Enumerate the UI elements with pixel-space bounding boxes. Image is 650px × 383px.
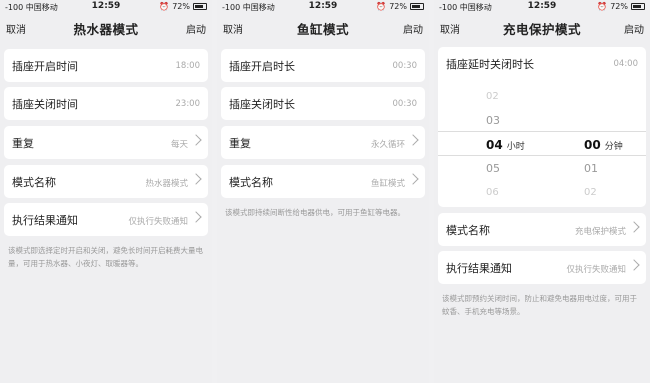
row-label: 插座关闭时长: [229, 98, 295, 111]
row-label: 重复: [12, 137, 34, 150]
status-bar: -100 中国移动 12:59 ⏰ 72%: [0, 0, 212, 14]
picker-option[interactable]: 01: [584, 157, 650, 181]
repeat-row[interactable]: 重复 每天: [4, 126, 208, 159]
row-value: 永久循环: [370, 140, 405, 150]
battery-icon: [631, 3, 645, 10]
battery-percent: 72%: [172, 2, 190, 11]
row-value: 23:00: [175, 99, 201, 109]
delay-picker-card: 插座延时关闭时长 04:00 02 03 04 小时 05 06 00 分钟 01 …: [438, 47, 646, 207]
picker-option[interactable]: [584, 85, 650, 109]
picker-selected-option[interactable]: 04 小时: [486, 133, 566, 157]
picker-label: 插座延时关闭时长: [446, 58, 534, 71]
water-heater-screen: -100 中国移动 12:59 ⏰ 72% 取消 热水器模式 启动 插座开启时间…: [0, 0, 212, 383]
row-value: 00:30: [392, 99, 418, 109]
minute-unit: 分钟: [604, 142, 623, 152]
off-duration-row[interactable]: 插座关闭时长 00:30: [221, 87, 425, 120]
start-button[interactable]: 启动: [186, 21, 206, 36]
picker-value: 04:00: [613, 59, 639, 69]
row-value: 每天: [170, 140, 188, 150]
row-label: 模式名称: [446, 224, 490, 237]
selected-hour: 04: [486, 138, 503, 152]
chevron-right-icon: [407, 173, 419, 185]
mode-name-row[interactable]: 模式名称 热水器模式: [4, 165, 208, 198]
row-label: 模式名称: [229, 176, 273, 189]
picker-selected-option[interactable]: 00 分钟: [584, 133, 650, 157]
mode-description: 该模式即持续间断性给电器供电，可用于鱼缸等电器。: [225, 208, 405, 217]
chevron-right-icon: [190, 211, 202, 223]
picker-option[interactable]: 02: [486, 85, 566, 109]
row-value: 热水器模式: [145, 179, 188, 189]
nav-bar: 取消 鱼缸模式 启动: [217, 14, 429, 42]
chevron-right-icon: [190, 134, 202, 146]
page-title: 充电保护模式: [502, 22, 581, 37]
page-title: 鱼缸模式: [296, 22, 349, 37]
notification-row[interactable]: 执行结果通知 仅执行失败通知: [438, 251, 646, 284]
mode-description: 该模式即预约关闭时间，防止和避免电器用电过度，可用于蚊香、手机充电等场景。: [442, 294, 637, 316]
battery-percent: 72%: [610, 2, 628, 11]
hour-unit: 小时: [506, 142, 525, 152]
chevron-right-icon: [190, 173, 202, 185]
picker-option[interactable]: 06: [486, 181, 566, 205]
fish-tank-screen: -100 中国移动 12:59 ⏰ 72% 取消 鱼缸模式 启动 插座开启时长 …: [217, 0, 429, 383]
row-label: 重复: [229, 137, 251, 150]
row-label: 插座关闭时间: [12, 98, 78, 111]
picker-option[interactable]: 02: [584, 181, 650, 205]
repeat-row[interactable]: 重复 永久循环: [221, 126, 425, 159]
start-button[interactable]: 启动: [403, 21, 423, 36]
on-duration-row[interactable]: 插座开启时长 00:30: [221, 49, 425, 82]
notification-row[interactable]: 执行结果通知 仅执行失败通知: [4, 203, 208, 236]
alarm-icon: ⏰: [159, 2, 170, 11]
picker-option[interactable]: [584, 109, 650, 133]
picker-option[interactable]: 05: [486, 157, 566, 181]
row-value: 18:00: [175, 61, 201, 71]
mode-description: 该模式即选择定时开启和关闭，避免长时间开启耗费大量电量，可用于热水器、小夜灯、取…: [8, 246, 203, 268]
chevron-right-icon: [628, 259, 640, 271]
on-time-row[interactable]: 插座开启时间 18:00: [4, 49, 208, 82]
row-value: 充电保护模式: [574, 227, 626, 237]
nav-bar: 取消 热水器模式 启动: [0, 14, 212, 42]
status-bar: -100 中国移动 12:59 ⏰ 72%: [217, 0, 429, 14]
alarm-icon: ⏰: [376, 2, 387, 11]
mode-name-row[interactable]: 模式名称 充电保护模式: [438, 213, 646, 246]
row-value: 仅执行失败通知: [566, 265, 626, 275]
row-label: 执行结果通知: [446, 262, 512, 275]
row-label: 执行结果通知: [12, 214, 78, 227]
page-title: 热水器模式: [73, 22, 139, 37]
off-time-row[interactable]: 插座关闭时间 23:00: [4, 87, 208, 120]
mode-name-row[interactable]: 模式名称 鱼缸模式: [221, 165, 425, 198]
battery-percent: 72%: [389, 2, 407, 11]
screens-container: -100 中国移动 12:59 ⏰ 72% 取消 热水器模式 启动 插座开启时间…: [0, 0, 650, 383]
nav-bar: 取消 充电保护模式 启动: [434, 14, 650, 42]
charge-protect-screen: -100 中国移动 12:59 ⏰ 72% 取消 充电保护模式 启动 插座延时关…: [434, 0, 650, 383]
battery-icon: [193, 3, 207, 10]
row-label: 插座开启时间: [12, 60, 78, 73]
chevron-right-icon: [407, 134, 419, 146]
selected-minute: 00: [584, 138, 601, 152]
row-value: 仅执行失败通知: [128, 217, 188, 227]
start-button[interactable]: 启动: [624, 21, 644, 36]
row-value: 00:30: [392, 61, 418, 71]
row-label: 插座开启时长: [229, 60, 295, 73]
row-value: 鱼缸模式: [370, 179, 405, 189]
hour-picker-column[interactable]: 02 03 04 小时 05 06: [486, 85, 566, 205]
battery-icon: [410, 3, 424, 10]
minute-picker-column[interactable]: 00 分钟 01 02: [584, 85, 650, 205]
row-label: 模式名称: [12, 176, 56, 189]
status-bar: -100 中国移动 12:59 ⏰ 72%: [434, 0, 650, 14]
picker-option[interactable]: 03: [486, 109, 566, 133]
chevron-right-icon: [628, 221, 640, 233]
alarm-icon: ⏰: [597, 2, 608, 11]
